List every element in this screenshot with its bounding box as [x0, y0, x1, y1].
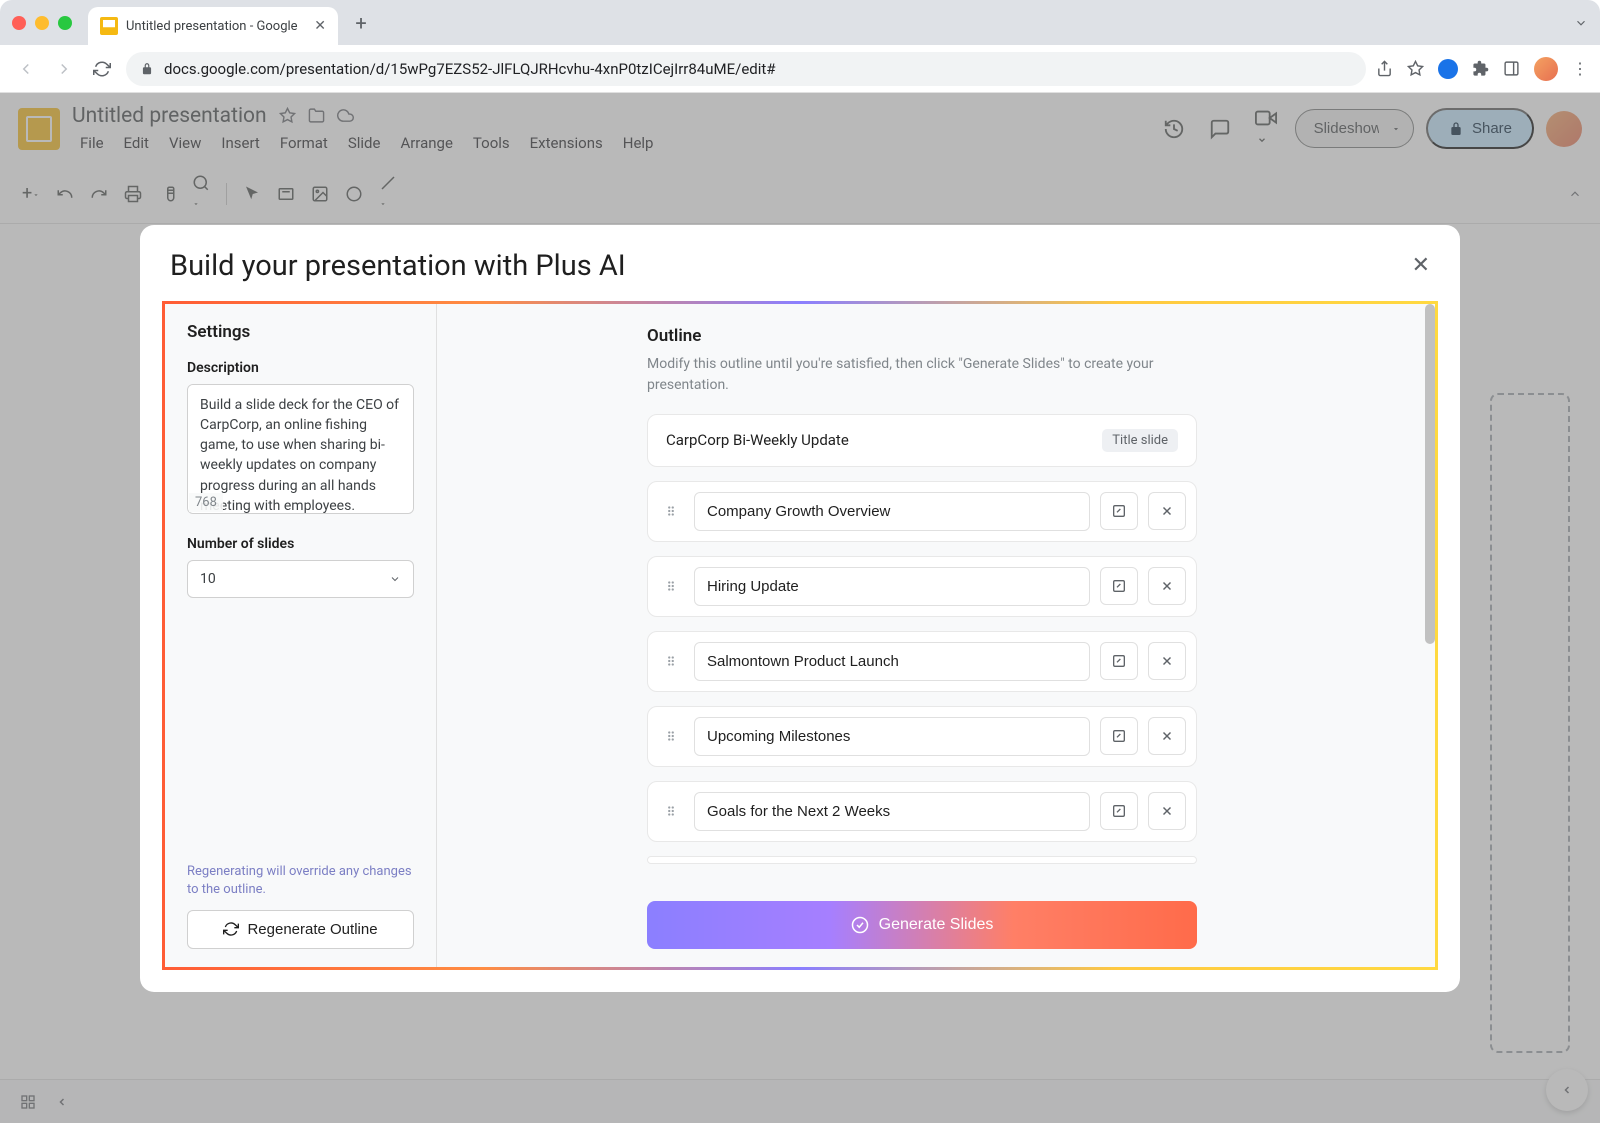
refresh-icon — [223, 921, 239, 937]
num-slides-select[interactable]: 10 — [187, 560, 414, 598]
title-slide-card[interactable]: CarpCorp Bi-Weekly Update Title slide — [647, 414, 1197, 467]
panel-icon[interactable] — [1503, 60, 1520, 77]
expand-slide-button[interactable] — [1100, 567, 1138, 605]
num-slides-label: Number of slides — [187, 536, 414, 552]
plus-ai-modal: Build your presentation with Plus AI ✕ S… — [140, 225, 1460, 992]
forward-button[interactable] — [50, 55, 78, 83]
slide-title-input[interactable] — [694, 642, 1090, 681]
drag-handle-icon[interactable] — [658, 727, 684, 745]
new-tab-button[interactable]: + — [346, 8, 376, 38]
slide-title-input[interactable] — [694, 792, 1090, 831]
regenerate-outline-button[interactable]: Regenerate Outline — [187, 910, 414, 949]
address-bar[interactable]: docs.google.com/presentation/d/15wPg7EZS… — [126, 52, 1366, 86]
browser-toolbar: docs.google.com/presentation/d/15wPg7EZS… — [0, 45, 1600, 93]
reload-button[interactable] — [88, 55, 116, 83]
delete-slide-button[interactable] — [1148, 492, 1186, 530]
slide-card — [647, 631, 1197, 692]
browser-tab[interactable]: Untitled presentation - Google ✕ — [88, 7, 338, 45]
title-slide-text: CarpCorp Bi-Weekly Update — [666, 431, 849, 449]
settings-title: Settings — [187, 322, 414, 342]
slide-card-peek — [647, 856, 1197, 864]
delete-slide-button[interactable] — [1148, 567, 1186, 605]
char-count: 768 — [189, 493, 223, 512]
lock-icon — [140, 62, 154, 76]
profile-avatar[interactable] — [1534, 57, 1558, 81]
title-slide-badge: Title slide — [1102, 429, 1178, 452]
slide-title-input[interactable] — [694, 492, 1090, 531]
expand-slide-button[interactable] — [1100, 717, 1138, 755]
tab-close-icon[interactable]: ✕ — [314, 18, 326, 34]
browser-menu-icon[interactable]: ⋮ — [1572, 59, 1588, 78]
extensions-puzzle-icon[interactable] — [1472, 60, 1489, 77]
extension-icon[interactable] — [1438, 59, 1458, 79]
outline-title: Outline — [647, 326, 1385, 346]
delete-slide-button[interactable] — [1148, 792, 1186, 830]
chevron-down-icon — [389, 573, 401, 585]
slide-card — [647, 481, 1197, 542]
slide-title-input[interactable] — [694, 567, 1090, 606]
expand-slide-button[interactable] — [1100, 792, 1138, 830]
back-button[interactable] — [12, 55, 40, 83]
drag-handle-icon[interactable] — [658, 502, 684, 520]
close-icon[interactable]: ✕ — [1412, 253, 1430, 278]
tab-title: Untitled presentation - Google — [126, 19, 306, 34]
settings-panel: Settings Description 768 Number of slide… — [165, 304, 437, 967]
tabs-dropdown-icon[interactable] — [1574, 16, 1588, 30]
url-text: docs.google.com/presentation/d/15wPg7EZS… — [164, 60, 776, 78]
generate-slides-button[interactable]: Generate Slides — [647, 901, 1197, 949]
description-label: Description — [187, 360, 414, 376]
delete-slide-button[interactable] — [1148, 717, 1186, 755]
outline-panel: Outline Modify this outline until you're… — [437, 304, 1435, 967]
expand-slide-button[interactable] — [1100, 642, 1138, 680]
expand-slide-button[interactable] — [1100, 492, 1138, 530]
slides-favicon-icon — [100, 17, 118, 35]
delete-slide-button[interactable] — [1148, 642, 1186, 680]
share-page-icon[interactable] — [1376, 60, 1393, 77]
window-minimize-button[interactable] — [35, 16, 49, 30]
regenerate-note: Regenerating will override any changes t… — [187, 863, 414, 899]
drag-handle-icon[interactable] — [658, 652, 684, 670]
checkmark-circle-icon — [851, 916, 869, 934]
browser-tab-bar: Untitled presentation - Google ✕ + — [0, 0, 1600, 45]
drag-handle-icon[interactable] — [658, 802, 684, 820]
window-maximize-button[interactable] — [58, 16, 72, 30]
slide-card — [647, 706, 1197, 767]
modal-backdrop: Build your presentation with Plus AI ✕ S… — [0, 93, 1600, 1123]
slide-card — [647, 781, 1197, 842]
outline-subtitle: Modify this outline until you're satisfi… — [647, 354, 1207, 396]
slide-title-input[interactable] — [694, 717, 1090, 756]
bookmark-icon[interactable] — [1407, 60, 1424, 77]
slide-card — [647, 556, 1197, 617]
window-close-button[interactable] — [12, 16, 26, 30]
drag-handle-icon[interactable] — [658, 577, 684, 595]
modal-title: Build your presentation with Plus AI — [170, 249, 626, 283]
